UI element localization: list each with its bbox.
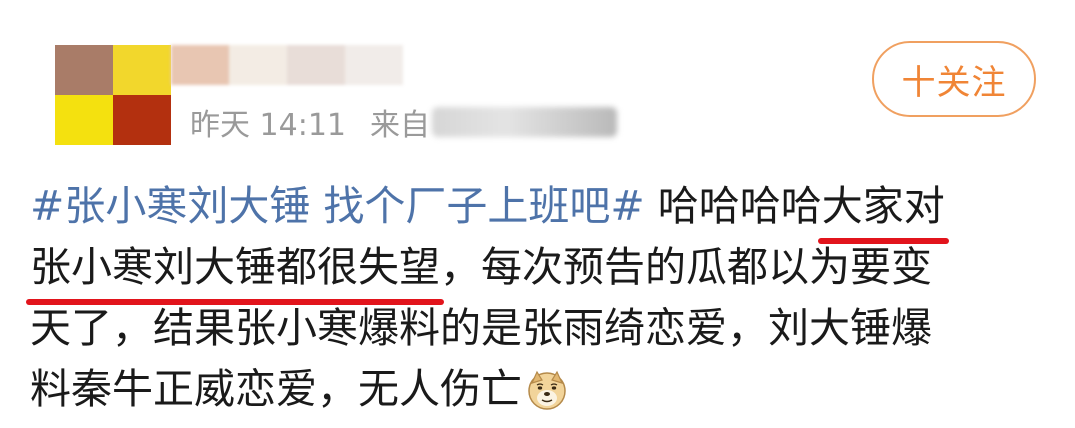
underlined-text: 张小寒刘大锤都很失望 bbox=[26, 237, 444, 305]
avatar-pixel bbox=[55, 95, 113, 145]
post-line: 天了，结果张小寒爆料的是张雨绮恋爱，刘大锤爆 bbox=[30, 298, 1030, 359]
post-source-label: 来自 bbox=[370, 108, 430, 143]
post-line: 张小寒刘大锤都很失望，每次预告的瓜都以为要变 bbox=[26, 237, 1030, 305]
underlined-text: 大家对 bbox=[817, 176, 949, 244]
post-body: #张小寒刘大锤 找个厂子上班吧# 哈哈哈哈大家对 张小寒刘大锤都很失望，每次预告… bbox=[26, 176, 1030, 420]
avatar-pixel bbox=[113, 45, 171, 95]
post-time: 昨天 14:11 bbox=[190, 108, 346, 143]
post-meta: 昨天 14:11 来自 bbox=[190, 100, 617, 144]
post-source-blurred bbox=[432, 107, 617, 137]
post-text: 哈哈哈哈 bbox=[644, 182, 822, 230]
post-line: #张小寒刘大锤 找个厂子上班吧# 哈哈哈哈大家对 bbox=[30, 176, 1030, 244]
hashtag-link[interactable]: #张小寒刘大锤 找个厂子上班吧# bbox=[30, 182, 645, 230]
avatar[interactable] bbox=[55, 45, 171, 145]
doge-emoji-icon bbox=[526, 367, 568, 428]
post-line: 料秦牛正威恋爱，无人伤亡 bbox=[30, 359, 1030, 420]
post-text: 料秦牛正威恋爱，无人伤亡 bbox=[30, 365, 522, 413]
post-text: 天了，结果张小寒爆料的是张雨绮恋爱，刘大锤爆 bbox=[30, 304, 932, 352]
follow-button[interactable]: 十关注 bbox=[872, 41, 1036, 117]
post-text: ，每次预告的瓜都以为要变 bbox=[440, 243, 932, 291]
username-blurred[interactable] bbox=[171, 45, 403, 85]
avatar-pixel bbox=[55, 45, 113, 95]
follow-button-label: 十关注 bbox=[901, 62, 1007, 103]
avatar-pixel bbox=[113, 95, 171, 145]
